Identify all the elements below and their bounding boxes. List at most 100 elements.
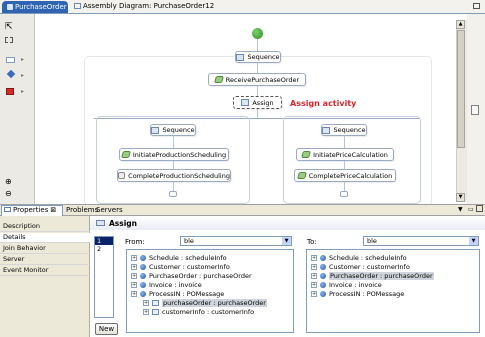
initiate-production-node[interactable]: InitiateProductionScheduling (119, 148, 229, 161)
expand-icon[interactable]: + (131, 272, 137, 279)
palette-expand-icon[interactable]: ▸ (21, 88, 24, 95)
palette-item-1[interactable] (6, 57, 15, 63)
copy-rows-list[interactable]: 1 2 (94, 236, 114, 318)
tree-item[interactable]: + Invoice : invoice (131, 280, 202, 289)
from-label: From: (125, 238, 145, 246)
tab-servers[interactable]: Servers (96, 206, 123, 214)
variable-icon (140, 263, 146, 270)
receive-node[interactable]: ReceivePurchaseOrder (208, 73, 306, 86)
select-tool-icon[interactable]: ⇱ (5, 22, 13, 32)
complete-price-node[interactable]: CompletePriceCalculation (294, 169, 396, 182)
assign-node[interactable]: Assign (233, 96, 282, 109)
expand-icon[interactable]: + (311, 254, 317, 261)
expand-icon[interactable]: + (143, 299, 149, 306)
zoom-out-icon[interactable]: ⊖ (5, 189, 12, 198)
expand-icon[interactable]: + (131, 254, 137, 261)
sequence-icon (151, 126, 160, 134)
tree-item[interactable]: + Customer : customerInfo (131, 262, 230, 271)
receive-icon (118, 172, 126, 179)
properties-icon (4, 207, 11, 212)
complete-production-node[interactable]: CompleteProductionScheduling (117, 169, 231, 182)
palette-expand-icon[interactable]: ▸ (21, 72, 24, 79)
maximize-icon[interactable] (473, 3, 480, 9)
tree-item-label: Invoice : invoice (329, 280, 382, 289)
expand-icon[interactable]: + (311, 290, 317, 297)
node-label: InitiateProductionScheduling (132, 150, 227, 159)
row-1[interactable]: 1 (95, 237, 113, 245)
chevron-down-icon[interactable]: ▼ (469, 237, 478, 245)
sequence-icon (322, 126, 331, 134)
start-node-icon[interactable] (252, 28, 263, 39)
invoke-icon (296, 172, 307, 179)
tree-item[interactable]: + Customer : customerInfo (311, 262, 410, 271)
section-details[interactable]: Details (0, 233, 90, 243)
from-select[interactable]: ble ▼ (180, 236, 292, 246)
section-server[interactable]: Server (0, 255, 90, 265)
overview-handle-icon[interactable] (471, 105, 479, 115)
variable-icon (320, 263, 326, 270)
connector (344, 161, 345, 169)
tree-item[interactable]: + customerInfo : customerInfo (143, 307, 254, 316)
section-event-monitor[interactable]: Event Monitor (0, 266, 90, 276)
view-menu-icon[interactable]: ▼ (458, 206, 463, 213)
assign-icon (241, 99, 250, 106)
invoke-icon (120, 151, 131, 158)
maximize-icon[interactable] (476, 205, 483, 212)
expand-icon[interactable]: + (131, 290, 137, 297)
assign-icon (96, 220, 105, 226)
message-part-icon (152, 299, 159, 306)
tree-item-label: ProcessIN : POMessage (329, 289, 405, 298)
expand-icon[interactable]: + (311, 281, 317, 288)
node-label: ReceivePurchaseOrder (225, 75, 300, 84)
node-label: Assign (252, 98, 274, 107)
to-tree[interactable]: + Schedule : scheduleInfo + Customer : cust… (306, 249, 480, 333)
row-2[interactable]: 2 (95, 245, 113, 253)
expand-icon[interactable]: + (131, 263, 137, 270)
outer-sequence-node[interactable]: Sequence (235, 51, 281, 63)
tree-item[interactable]: + ProcessIN : POMessage (131, 289, 224, 298)
tree-item[interactable]: + purchaseOrder : purchaseOrder (143, 298, 267, 307)
tree-item[interactable]: + ProcessIN : POMessage (311, 289, 404, 298)
tab-purchase-order[interactable]: PurchaseOrder ✕ (2, 1, 78, 13)
new-button[interactable]: New (95, 323, 118, 335)
chevron-down-icon[interactable]: ▼ (282, 237, 291, 245)
tree-item[interactable]: + Invoice : invoice (311, 280, 382, 289)
expand-icon[interactable]: + (311, 272, 317, 279)
right-sequence-node[interactable]: Sequence (321, 124, 367, 136)
tree-item-label: customerInfo : customerInfo (162, 307, 255, 316)
connector (257, 109, 258, 118)
close-icon[interactable]: ⊠ (50, 206, 56, 214)
section-join-behavior[interactable]: Join Behavior (0, 244, 90, 254)
tab-properties[interactable]: Properties ⊠ (1, 205, 63, 216)
section-description[interactable]: Description (0, 222, 90, 232)
zoom-in-icon[interactable]: ⊕ (5, 177, 12, 186)
palette: ⇱ ▸ ▸ ▸ ⊕ ⊖ (0, 14, 35, 204)
tree-item[interactable]: + PurchaseOrder : purchaseOrder (131, 271, 252, 280)
tab-assembly-diagram[interactable]: Assembly Diagram: PurchaseOrder12 (70, 1, 220, 13)
scroll-up-arrow[interactable]: ▲ (456, 20, 465, 29)
marquee-tool-icon[interactable] (5, 37, 13, 43)
tree-item[interactable]: + Schedule : scheduleInfo (311, 253, 407, 262)
scroll-down-arrow[interactable]: ▼ (456, 193, 465, 202)
palette-item-3[interactable] (6, 88, 14, 95)
minimize-icon[interactable]: ▭ (468, 206, 474, 213)
tree-item-label: Invoice : invoice (149, 280, 202, 289)
expand-icon[interactable]: + (143, 308, 149, 315)
tree-item[interactable]: + PurchaseOrder : purchaseOrder (311, 271, 434, 280)
tree-item-label: Schedule : scheduleInfo (149, 253, 227, 262)
tab-problems[interactable]: Problems (66, 206, 98, 214)
palette-item-2[interactable] (6, 69, 16, 79)
variable-icon (320, 272, 326, 279)
tree-item-label: Schedule : scheduleInfo (329, 253, 407, 262)
assembly-diagram-icon (74, 3, 81, 9)
scroll-thumb[interactable] (457, 30, 465, 148)
expand-icon[interactable]: + (311, 263, 317, 270)
from-tree[interactable]: + Schedule : scheduleInfo + Customer : cust… (126, 249, 294, 333)
sequence-icon (236, 53, 245, 61)
palette-expand-icon[interactable]: ▸ (21, 56, 24, 63)
left-sequence-node[interactable]: Sequence (150, 124, 196, 136)
tree-item[interactable]: + Schedule : scheduleInfo (131, 253, 227, 262)
to-select[interactable]: ble ▼ (363, 236, 479, 246)
expand-icon[interactable]: + (131, 281, 137, 288)
initiate-price-node[interactable]: InitiatePriceCalculation (296, 148, 394, 161)
